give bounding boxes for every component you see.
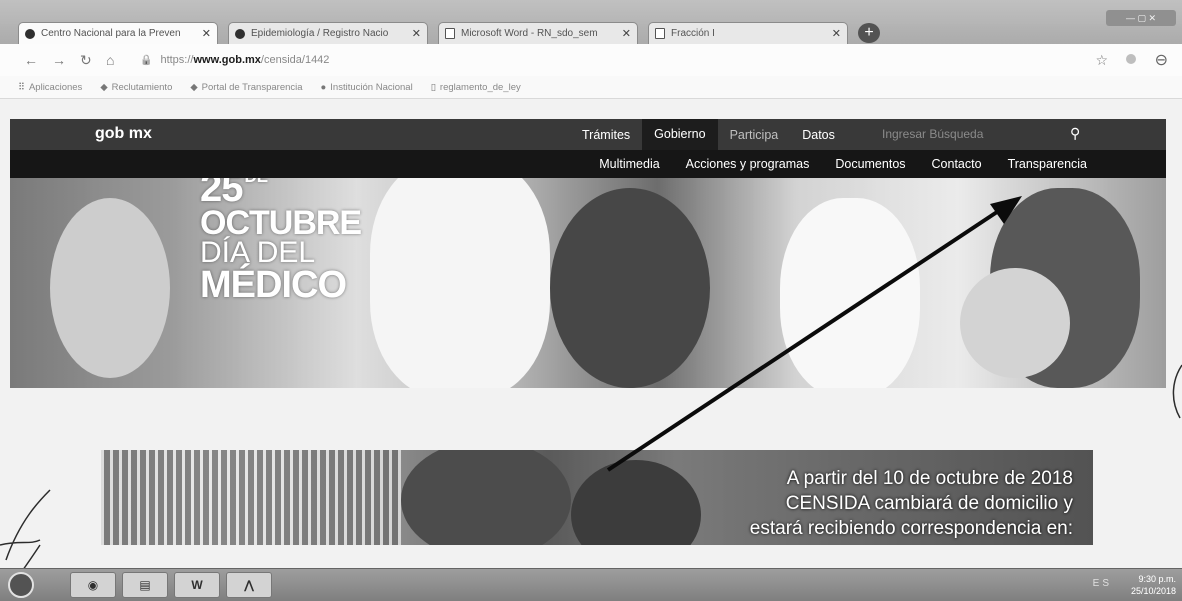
taskbar-chrome-icon[interactable]: ◉ bbox=[70, 572, 116, 598]
back-arrow-icon[interactable]: ← bbox=[24, 52, 38, 68]
taskbar-clock[interactable]: 9:30 p.m. 25/10/2018 bbox=[1114, 573, 1176, 597]
subnav-contacto[interactable]: Contacto bbox=[919, 157, 995, 171]
nav-datos[interactable]: Datos bbox=[790, 128, 847, 142]
close-tab-icon[interactable]: ✕ bbox=[202, 27, 211, 40]
apps-grid-icon: ⠿ bbox=[18, 81, 25, 93]
banner-line-1: A partir del 10 de octubre de 2018 bbox=[786, 468, 1073, 489]
bookmark-reglamento[interactable]: ▯ reglamento_de_ley bbox=[431, 82, 521, 93]
bookmark-label: reglamento_de_ley bbox=[439, 81, 521, 93]
hero-figure bbox=[780, 198, 920, 388]
bookmark-label: Portal de Transparencia bbox=[201, 81, 303, 93]
banner-text: A partir del 10 de octubre de 2018 CENSI… bbox=[693, 466, 1073, 541]
nav-gobierno[interactable]: Gobierno bbox=[642, 119, 718, 150]
hero-medico: MÉDICO bbox=[200, 264, 347, 306]
url-field[interactable]: 🔒 https:// www.gob.mx /censida/1442 bbox=[140, 51, 1040, 69]
subnav-documentos[interactable]: Documentos bbox=[822, 157, 918, 171]
site-favicon-icon bbox=[235, 28, 245, 39]
clock-time: 9:30 p.m. bbox=[1138, 574, 1176, 584]
banner-line-2: CENSIDA cambiará de domicilio y bbox=[785, 493, 1073, 514]
bookmark-reclutamiento[interactable]: ◆ Reclutamiento bbox=[100, 82, 172, 93]
hero-de: DE bbox=[245, 178, 269, 186]
bookmarks-bar: ⠿ Aplicaciones ◆ Reclutamiento ◆ Portal de … bbox=[0, 76, 1182, 99]
browser-tab-2[interactable]: Epidemiología / Registro Nacio ✕ bbox=[228, 22, 428, 44]
lock-icon: 🔒 bbox=[140, 54, 153, 66]
site-header: gob mx Trámites Gobierno Participa Datos… bbox=[10, 119, 1166, 150]
bookmark-label: Aplicaciones bbox=[28, 81, 83, 93]
banner-building-image bbox=[101, 450, 401, 545]
forward-arrow-icon[interactable]: → bbox=[52, 52, 66, 68]
browser-tab-strip: Centro Nacional para la Preven ✕ Epidemi… bbox=[0, 0, 1182, 44]
url-path: /censida/1442 bbox=[260, 54, 330, 66]
document-icon bbox=[445, 28, 455, 39]
profile-icon[interactable]: ⊖ bbox=[1155, 50, 1168, 70]
url-domain: www.gob.mx bbox=[193, 54, 261, 66]
home-icon[interactable]: ⌂ bbox=[106, 52, 114, 68]
hero-figure bbox=[370, 178, 550, 388]
banner-tree bbox=[571, 460, 701, 545]
taskbar-explorer-icon[interactable]: ▤ bbox=[122, 572, 168, 598]
hero-banner-image[interactable]: 25DE OCTUBRE DÍA DEL MÉDICO bbox=[10, 178, 1166, 388]
site-favicon-icon bbox=[25, 28, 35, 39]
browser-tab-3[interactable]: Microsoft Word - RN_sdo_sem ✕ bbox=[438, 22, 638, 44]
hero-figure bbox=[550, 188, 710, 388]
subnav-transparencia[interactable]: Transparencia bbox=[995, 157, 1100, 171]
search-input[interactable]: Ingresar Búsqueda bbox=[882, 127, 983, 141]
bookmark-transparencia[interactable]: ◆ Portal de Transparencia bbox=[190, 82, 302, 93]
taskbar-acrobat-icon[interactable]: ⋀ bbox=[226, 572, 272, 598]
reload-icon[interactable]: ↻ bbox=[80, 52, 92, 69]
browser-tab-4[interactable]: Fracción I ✕ bbox=[648, 22, 848, 44]
banner-tree bbox=[401, 450, 571, 545]
start-button[interactable] bbox=[8, 572, 34, 598]
nav-participa[interactable]: Participa bbox=[718, 128, 791, 142]
tab-label: Centro Nacional para la Preven bbox=[41, 28, 181, 39]
close-tab-icon[interactable]: ✕ bbox=[412, 27, 421, 40]
main-nav: Trámites Gobierno Participa Datos bbox=[570, 119, 847, 150]
hero-date-title: 25DE OCTUBRE DÍA DEL MÉDICO bbox=[200, 178, 362, 306]
windows-taskbar: ◉ ▤ W ⋀ ES 9:30 p.m. 25/10/2018 bbox=[0, 568, 1182, 601]
address-bar-row: ← → ↻ ⌂ 🔒 https:// www.gob.mx /censida/1… bbox=[0, 44, 1182, 76]
banner-line-3: estará recibiendo correspondencia en: bbox=[749, 518, 1073, 539]
bookmark-apps[interactable]: ⠿ Aplicaciones bbox=[18, 82, 82, 93]
sub-nav: Multimedia Acciones y programas Document… bbox=[10, 150, 1166, 178]
hero-figure bbox=[50, 198, 170, 378]
bookmark-icon: ◆ bbox=[100, 81, 108, 93]
new-tab-button[interactable]: + bbox=[858, 23, 880, 43]
close-tab-icon[interactable]: ✕ bbox=[832, 27, 841, 40]
document-icon bbox=[655, 28, 665, 39]
system-tray[interactable]: ES bbox=[1093, 578, 1112, 589]
bookmark-label: Reclutamiento bbox=[111, 81, 173, 93]
window-controls[interactable]: — ▢ ✕ bbox=[1106, 10, 1176, 26]
bookmark-star-icon[interactable]: ☆ bbox=[1095, 52, 1108, 69]
extension-icon[interactable] bbox=[1126, 54, 1136, 64]
announcement-banner[interactable]: A partir del 10 de octubre de 2018 CENSI… bbox=[101, 450, 1093, 545]
bookmark-icon: ● bbox=[320, 81, 327, 93]
hero-month: OCTUBRE bbox=[200, 204, 362, 242]
url-prefix: https:// bbox=[160, 54, 194, 66]
nav-tramites[interactable]: Trámites bbox=[570, 128, 642, 142]
document-icon: ▯ bbox=[430, 81, 436, 93]
tab-label: Fracción I bbox=[671, 28, 715, 39]
bookmark-institucion[interactable]: ● Institución Nacional bbox=[321, 82, 413, 93]
subnav-acciones[interactable]: Acciones y programas bbox=[673, 157, 823, 171]
bookmark-icon: ◆ bbox=[190, 81, 198, 93]
close-tab-icon[interactable]: ✕ bbox=[622, 27, 631, 40]
tab-label: Microsoft Word - RN_sdo_sem bbox=[461, 28, 598, 39]
subnav-multimedia[interactable]: Multimedia bbox=[586, 157, 672, 171]
bookmark-label: Institución Nacional bbox=[330, 81, 413, 93]
search-icon[interactable]: ⚲ bbox=[1070, 125, 1080, 142]
browser-tab-1[interactable]: Centro Nacional para la Preven ✕ bbox=[18, 22, 218, 44]
taskbar-word-icon[interactable]: W bbox=[174, 572, 220, 598]
tab-label: Epidemiología / Registro Nacio bbox=[251, 28, 389, 39]
hero-figure bbox=[960, 268, 1070, 378]
gob-mx-logo[interactable]: gob mx bbox=[95, 125, 152, 143]
clock-date: 25/10/2018 bbox=[1130, 586, 1176, 596]
